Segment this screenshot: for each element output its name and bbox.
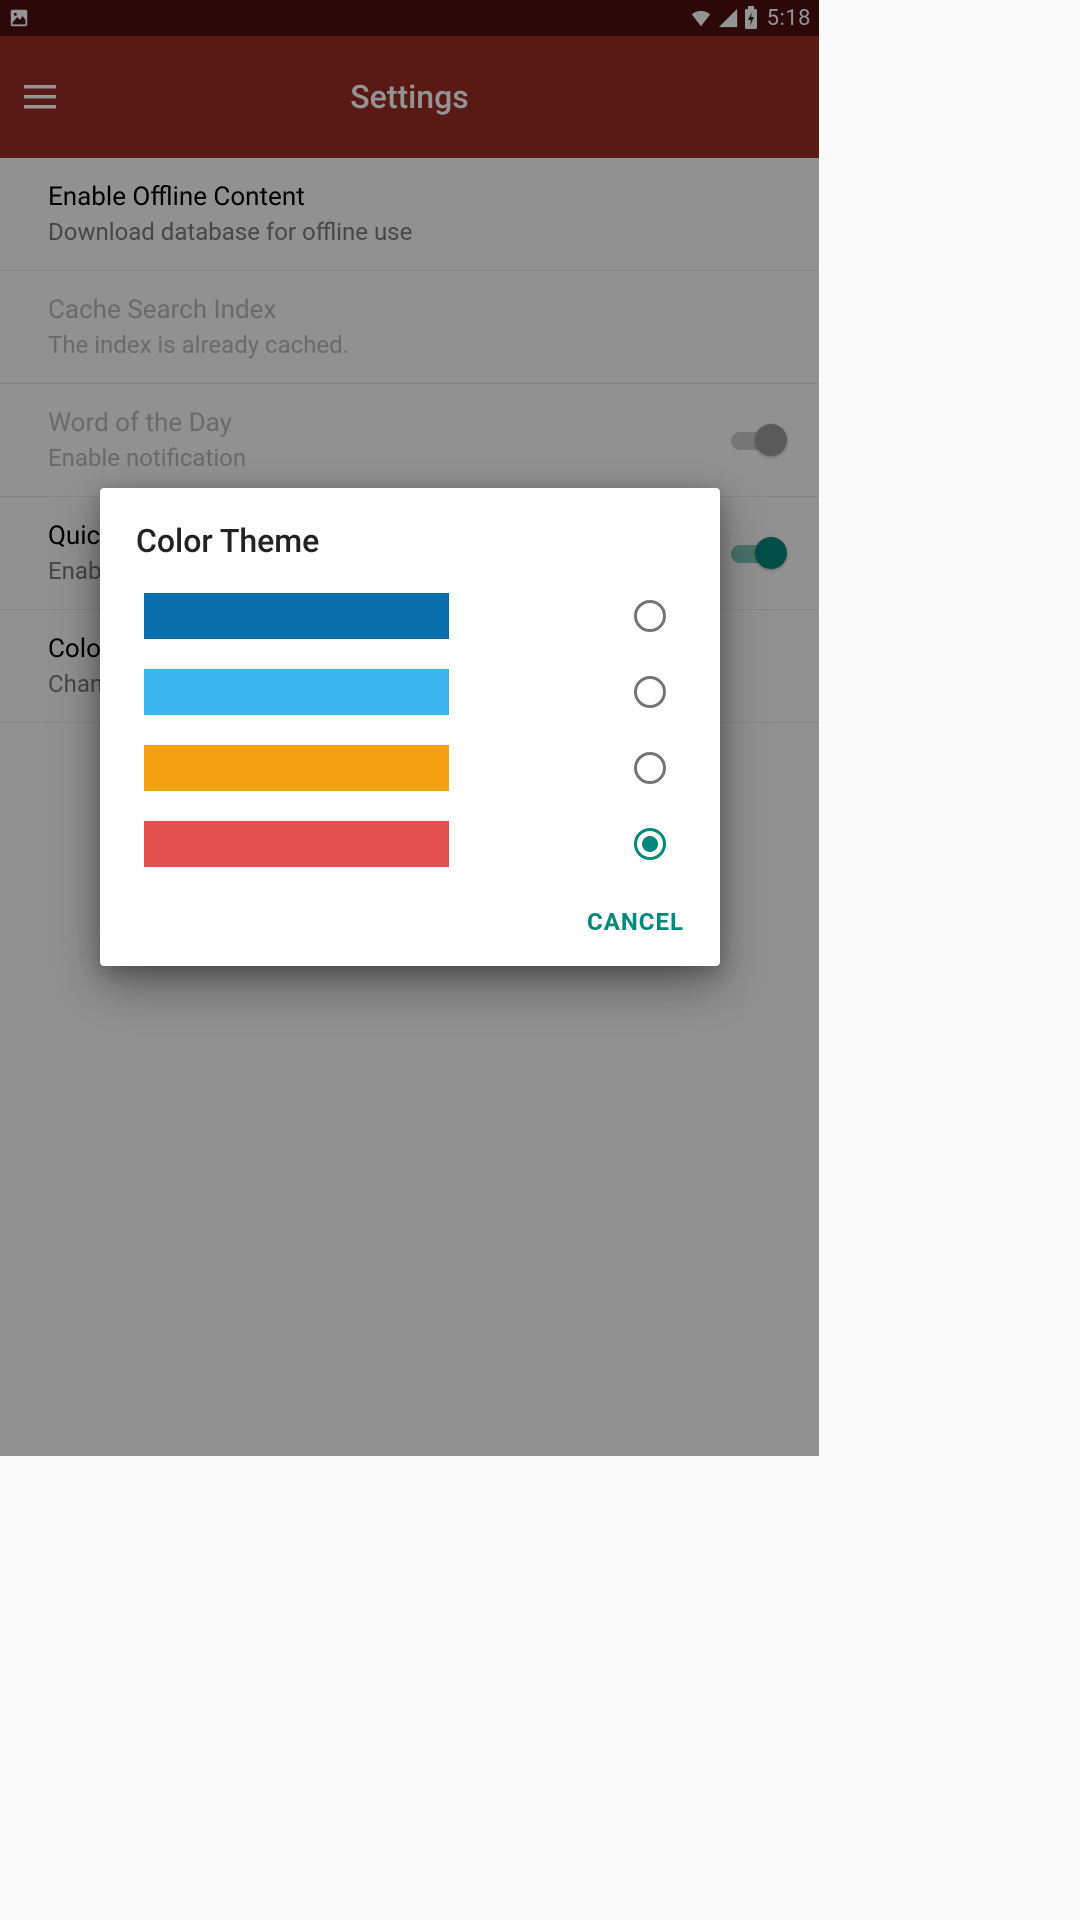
color-option-list: [100, 578, 720, 882]
radio-button[interactable]: [634, 828, 666, 860]
color-option-orange[interactable]: [144, 730, 684, 806]
color-theme-dialog: Color Theme CANCEL: [100, 488, 720, 966]
radio-button[interactable]: [634, 676, 666, 708]
color-option-blue[interactable]: [144, 578, 684, 654]
color-swatch: [144, 593, 449, 639]
dialog-title: Color Theme: [100, 488, 720, 578]
color-option-red[interactable]: [144, 806, 684, 882]
color-swatch: [144, 669, 449, 715]
radio-button[interactable]: [634, 600, 666, 632]
color-option-lightblue[interactable]: [144, 654, 684, 730]
color-swatch: [144, 821, 449, 867]
radio-button[interactable]: [634, 752, 666, 784]
cancel-button[interactable]: CANCEL: [587, 908, 684, 936]
color-swatch: [144, 745, 449, 791]
